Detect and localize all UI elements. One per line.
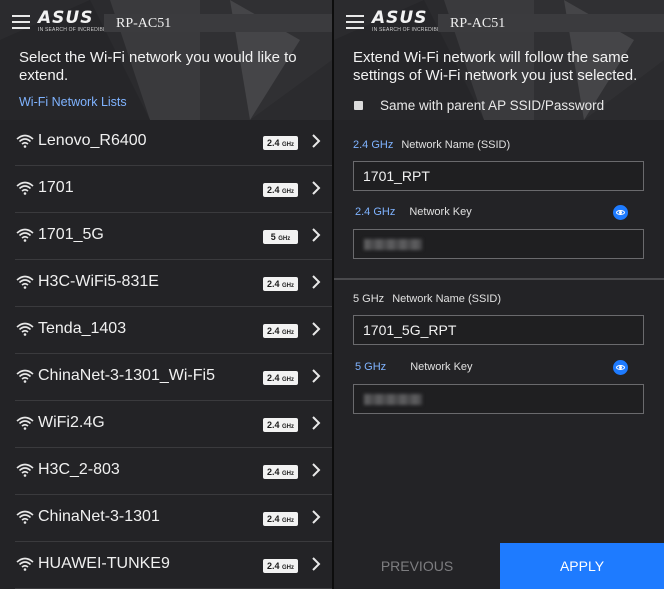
chevron-right-icon[interactable] — [311, 181, 321, 195]
wifi-signal-icon — [16, 557, 34, 571]
band-badge: 2.4 GHz — [263, 559, 298, 573]
device-title-bar: RP-AC51 — [438, 14, 664, 32]
chevron-right-icon[interactable] — [311, 228, 321, 242]
band-5-tag: 5 GHz — [355, 361, 387, 373]
band-badge: 2.4 GHz — [263, 324, 298, 338]
instruction-text: Select the Wi-Fi network you would like … — [19, 49, 297, 84]
device-title-bar: RP-AC51 — [104, 14, 332, 32]
network-name: ChinaNet-3-1301 — [38, 508, 160, 525]
show-password-5-icon[interactable] — [613, 360, 628, 375]
band-24-tag: 2.4 GHz — [355, 206, 396, 218]
band-badge: 2.4 GHz — [263, 465, 298, 479]
chevron-right-icon[interactable] — [311, 322, 321, 336]
wifi-network-lists-label: Wi-Fi Network Lists — [19, 95, 127, 109]
previous-button[interactable]: PREVIOUS — [334, 543, 500, 589]
masked-key — [364, 239, 422, 250]
key-5-label: 5 GHz Network Key — [355, 361, 473, 373]
chevron-right-icon[interactable] — [311, 463, 321, 477]
network-name: H3C_2-803 — [38, 461, 120, 478]
same-parent-label: Same with parent AP SSID/Password — [380, 98, 605, 113]
band-badge: 2.4 GHz — [263, 136, 298, 150]
wifi-signal-icon — [16, 510, 34, 524]
same-parent-checkbox[interactable] — [354, 101, 363, 110]
show-password-24-icon[interactable] — [613, 205, 628, 220]
network-row[interactable]: 1701 2.4 GHz — [0, 166, 332, 213]
key-24-label: 2.4 GHz Network Key — [355, 206, 472, 218]
network-row[interactable]: Lenovo_R6400 2.4 GHz — [0, 119, 332, 166]
network-row[interactable]: Tenda_1403 2.4 GHz — [0, 307, 332, 354]
network-row[interactable]: ChinaNet-3-1301_Wi-Fi5 2.4 GHz — [0, 354, 332, 401]
network-name: ChinaNet-3-1301_Wi-Fi5 — [38, 367, 215, 384]
wifi-signal-icon — [16, 228, 34, 242]
ssid-24-label: 2.4 GHz Network Name (SSID) — [353, 139, 511, 151]
section-divider — [334, 278, 664, 280]
network-list: Lenovo_R6400 2.4 GHz 1701 2.4 GHz 1701_5G 5 G… — [0, 119, 332, 589]
device-title: RP-AC51 — [450, 16, 506, 31]
menu-icon[interactable] — [346, 15, 364, 29]
asus-logo: ASUS IN SEARCH OF INCREDIBLE — [372, 8, 444, 34]
network-row[interactable]: H3C-WiFi5-831E 2.4 GHz — [0, 260, 332, 307]
top-bar: ASUS IN SEARCH OF INCREDIBLE RP-AC51 — [0, 0, 332, 44]
band-24-tag: 2.4 GHz — [353, 139, 394, 151]
chevron-right-icon[interactable] — [311, 510, 321, 524]
footer-actions: PREVIOUS APPLY — [334, 543, 664, 589]
masked-key — [364, 394, 422, 405]
key-5-input[interactable] — [353, 384, 644, 414]
network-name: H3C-WiFi5-831E — [38, 273, 159, 290]
chevron-right-icon[interactable] — [311, 557, 321, 571]
network-name: 1701_5G — [38, 226, 104, 243]
top-bar: ASUS IN SEARCH OF INCREDIBLE RP-AC51 — [334, 0, 664, 44]
band-badge: 2.4 GHz — [263, 371, 298, 385]
asus-logo: ASUS IN SEARCH OF INCREDIBLE — [38, 8, 110, 34]
chevron-right-icon[interactable] — [311, 134, 321, 148]
chevron-right-icon[interactable] — [311, 416, 321, 430]
wifi-signal-icon — [16, 463, 34, 477]
extend-settings-screen: ASUS IN SEARCH OF INCREDIBLE RP-AC51 Ext… — [334, 0, 664, 589]
band-badge: 2.4 GHz — [263, 277, 298, 291]
band-badge: 5 GHz — [263, 230, 298, 244]
network-row[interactable]: ChinaNet-3-1301 2.4 GHz — [0, 495, 332, 542]
band-badge: 2.4 GHz — [263, 418, 298, 432]
network-name: 1701 — [38, 179, 74, 196]
band-5-tag: 5 GHz — [353, 293, 385, 305]
wifi-signal-icon — [16, 416, 34, 430]
network-name: WiFi2.4G — [38, 414, 105, 431]
description-text: Extend Wi-Fi network will follow the sam… — [353, 49, 638, 84]
wifi-signal-icon — [16, 134, 34, 148]
network-name: HUAWEI-TUNKE9 — [38, 555, 170, 572]
network-list-screen: ASUS IN SEARCH OF INCREDIBLE RP-AC51 Sel… — [0, 0, 332, 589]
network-name: Tenda_1403 — [38, 320, 127, 337]
chevron-right-icon[interactable] — [311, 275, 321, 289]
network-row[interactable]: WiFi2.4G 2.4 GHz — [0, 401, 332, 448]
menu-icon[interactable] — [12, 15, 30, 29]
key-24-input[interactable] — [353, 229, 644, 259]
network-row[interactable]: 1701_5G 5 GHz — [0, 213, 332, 260]
wifi-signal-icon — [16, 275, 34, 289]
wifi-signal-icon — [16, 369, 34, 383]
network-name: Lenovo_R6400 — [38, 132, 147, 149]
chevron-right-icon[interactable] — [311, 369, 321, 383]
band-badge: 2.4 GHz — [263, 183, 298, 197]
wifi-signal-icon — [16, 322, 34, 336]
network-row[interactable]: HUAWEI-TUNKE9 2.4 GHz — [0, 542, 332, 589]
ssid-24-input[interactable] — [353, 161, 644, 191]
wifi-signal-icon — [16, 181, 34, 195]
band-badge: 2.4 GHz — [263, 512, 298, 526]
ssid-5-label: 5 GHz Network Name (SSID) — [353, 293, 501, 305]
apply-button[interactable]: APPLY — [500, 543, 664, 589]
network-row[interactable]: H3C_2-803 2.4 GHz — [0, 448, 332, 495]
device-title: RP-AC51 — [116, 16, 172, 31]
ssid-5-input[interactable] — [353, 315, 644, 345]
